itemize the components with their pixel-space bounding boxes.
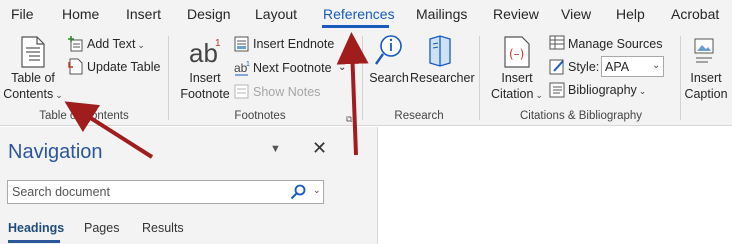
bibliography-icon: [549, 82, 565, 98]
toc-label-text: Contents: [3, 87, 54, 101]
chevron-down-icon: ⌄: [652, 60, 661, 71]
insert-caption-icon: [694, 38, 714, 63]
navigation-pane: Navigation ▼ ✕ ⌄ Headings Pages Results: [0, 127, 378, 244]
insert-footnote-icon: ab 1: [189, 38, 221, 68]
tab-design[interactable]: Design: [187, 6, 231, 22]
word-window: File Home Insert Design Layout Reference…: [0, 0, 732, 244]
next-footnote-label: Next Footnote: [253, 61, 332, 75]
insert-citation-label-line2: Citation ⌄: [486, 86, 548, 103]
table-of-contents-group-label: Table of Contents: [39, 110, 129, 122]
citations-group-label: Citations & Bibliography: [519, 110, 643, 122]
insert-citation-text: Citation: [491, 87, 534, 101]
style-select[interactable]: APA ⌄: [601, 56, 664, 77]
active-tab-indicator: [322, 25, 389, 28]
style-icon: [549, 59, 564, 75]
nav-tab-headings[interactable]: Headings: [8, 221, 64, 235]
tab-insert[interactable]: Insert: [126, 6, 161, 22]
update-table-label: Update Table: [87, 60, 161, 74]
tab-references[interactable]: References: [323, 6, 395, 22]
chevron-down-icon: ⌄: [55, 90, 63, 100]
table-of-contents-icon: [21, 36, 45, 68]
add-text-text: Add Text: [87, 37, 136, 51]
group-separator: [680, 36, 681, 120]
update-table-icon: [68, 58, 83, 75]
show-notes-icon: [234, 84, 249, 99]
research-group-label: Research: [394, 110, 444, 122]
chevron-down-icon[interactable]: ⌄: [338, 60, 346, 76]
chevron-down-icon[interactable]: ⌄: [313, 185, 321, 196]
next-footnote-icon: ab 1: [234, 61, 250, 76]
insert-endnote-icon: [234, 36, 249, 52]
tab-acrobat[interactable]: Acrobat: [671, 6, 719, 22]
bibliography-text: Bibliography: [568, 83, 637, 97]
nav-tab-results[interactable]: Results: [142, 221, 184, 235]
search-document-box: ⌄: [7, 180, 324, 204]
search-icon[interactable]: [290, 184, 306, 200]
add-text-icon: [68, 36, 83, 52]
researcher-icon: [429, 35, 451, 67]
group-separator: [168, 36, 169, 120]
search-ribbon-icon: [375, 35, 402, 65]
active-nav-tab-indicator: [8, 240, 60, 243]
close-icon[interactable]: ✕: [312, 138, 327, 159]
insert-caption-label-line2: Caption: [684, 87, 728, 101]
tab-mailings[interactable]: Mailings: [416, 6, 467, 22]
bibliography-label: Bibliography ⌄: [568, 82, 646, 99]
search-label: Search: [369, 71, 409, 85]
footnotes-group-label: Footnotes: [234, 110, 286, 122]
svg-text:1: 1: [246, 61, 250, 68]
insert-footnote-label-line2: Footnote: [180, 87, 230, 101]
manage-sources-icon: [549, 35, 565, 50]
style-label: Style:: [568, 60, 600, 74]
navigation-title: Navigation: [8, 141, 103, 163]
ribbon: Table of Contents ⌄ Add Text ⌄ Update Tabl…: [0, 30, 732, 126]
svg-text:(–): (–): [509, 47, 524, 61]
tab-file[interactable]: File: [11, 6, 34, 22]
insert-citation-icon: (–): [504, 36, 530, 68]
show-notes-label: Show Notes: [253, 85, 321, 99]
chevron-down-icon: ⌄: [535, 90, 543, 100]
nav-tab-pages[interactable]: Pages: [84, 221, 119, 235]
svg-text:ab: ab: [189, 38, 218, 68]
dialog-launcher-icon[interactable]: ⧉: [346, 111, 352, 127]
insert-caption-label-line1: Insert: [690, 71, 722, 85]
tab-view[interactable]: View: [561, 6, 591, 22]
chevron-down-icon: ⌄: [638, 86, 647, 96]
insert-footnote-label-line1: Insert: [189, 71, 221, 85]
document-canvas[interactable]: [379, 127, 732, 244]
insert-endnote-label: Insert Endnote: [253, 37, 335, 51]
insert-citation-label-line1: Insert: [501, 71, 533, 85]
researcher-label: Researcher: [410, 71, 475, 85]
tab-review[interactable]: Review: [493, 6, 539, 22]
toc-label-line1: Table of: [11, 71, 55, 85]
style-select-value: APA: [605, 60, 630, 74]
tab-help[interactable]: Help: [616, 6, 645, 22]
add-text-label: Add Text ⌄: [87, 36, 145, 53]
ribbon-tab-bar: File Home Insert Design Layout Reference…: [0, 0, 732, 30]
tab-home[interactable]: Home: [62, 6, 99, 22]
toc-label-line2: Contents ⌄: [0, 86, 66, 103]
manage-sources-label: Manage Sources: [568, 37, 663, 51]
tab-layout[interactable]: Layout: [255, 6, 297, 22]
group-separator: [362, 36, 363, 120]
group-separator: [479, 36, 480, 120]
svg-text:1: 1: [215, 38, 221, 49]
pane-options-icon[interactable]: ▼: [270, 143, 281, 155]
search-document-input[interactable]: [8, 181, 278, 203]
chevron-down-icon: ⌄: [137, 40, 145, 50]
